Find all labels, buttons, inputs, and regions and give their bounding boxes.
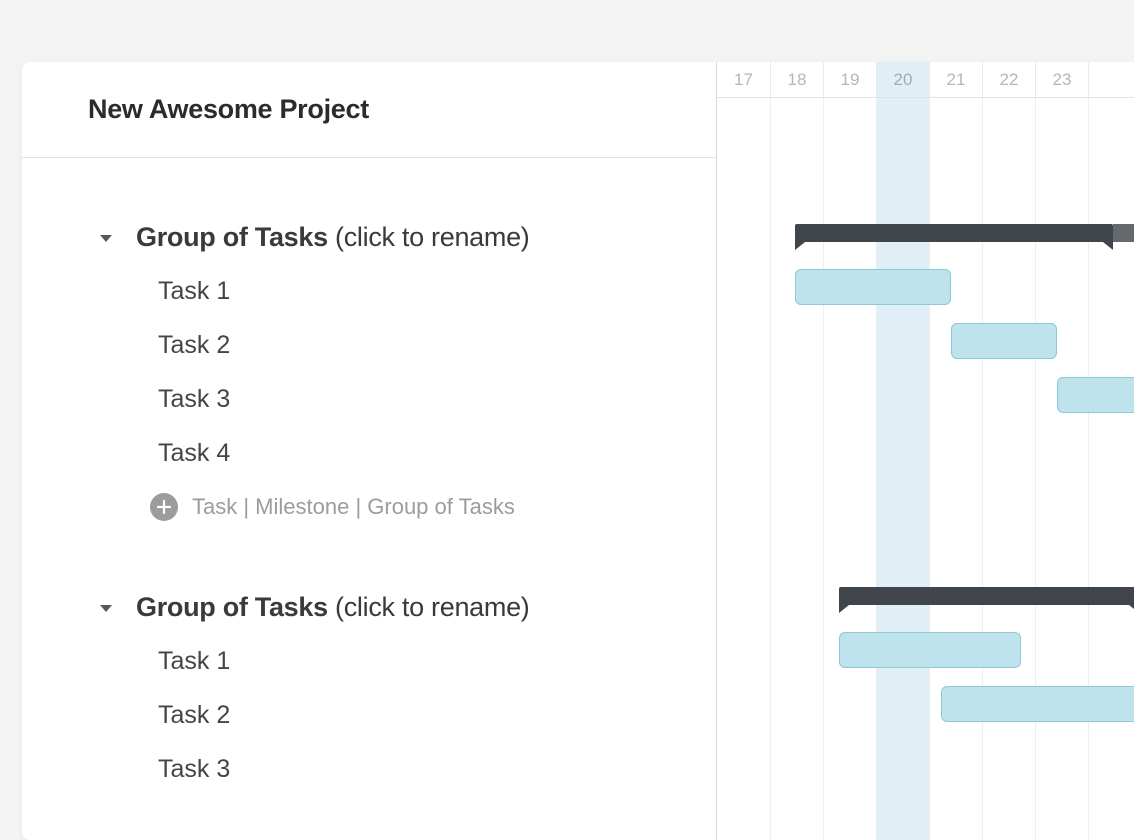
task-row[interactable]: Task 3 xyxy=(22,372,716,426)
group-rename-hint: (click to rename) xyxy=(328,592,530,622)
gridline xyxy=(929,98,930,840)
task-bar[interactable] xyxy=(951,323,1057,359)
group-name: Group of Tasks xyxy=(136,592,328,622)
date-cell[interactable]: 22 xyxy=(982,62,1035,97)
task-row[interactable]: Task 3 xyxy=(22,742,716,796)
gantt-card: New Awesome Project Group of Tasks (clic… xyxy=(22,62,1134,840)
task-row[interactable]: Task 4 xyxy=(22,426,716,480)
task-name: Task 1 xyxy=(158,647,230,676)
group-bar-cap xyxy=(1113,224,1134,242)
project-title[interactable]: New Awesome Project xyxy=(88,94,369,125)
group-summary-bar[interactable] xyxy=(795,224,1113,242)
group-header[interactable]: Group of Tasks (click to rename) xyxy=(22,580,716,634)
group-label[interactable]: Group of Tasks (click to rename) xyxy=(136,222,529,253)
task-row[interactable]: Task 2 xyxy=(22,688,716,742)
project-header: New Awesome Project xyxy=(22,62,716,158)
date-cell-today[interactable]: 20 xyxy=(876,62,929,97)
add-item-hint: Task | Milestone | Group of Tasks xyxy=(192,494,515,520)
date-cell[interactable]: 21 xyxy=(929,62,982,97)
task-bar[interactable] xyxy=(941,686,1134,722)
task-name: Task 3 xyxy=(158,755,230,784)
date-cell[interactable]: 18 xyxy=(770,62,823,97)
task-name: Task 4 xyxy=(158,439,230,468)
add-item-row[interactable]: Task | Milestone | Group of Tasks xyxy=(22,480,716,534)
chevron-down-icon[interactable] xyxy=(100,605,112,612)
gridline xyxy=(823,98,824,840)
task-row[interactable]: Task 2 xyxy=(22,318,716,372)
chevron-down-icon[interactable] xyxy=(100,235,112,242)
group-label[interactable]: Group of Tasks (click to rename) xyxy=(136,592,529,623)
date-cell[interactable] xyxy=(1088,62,1134,97)
group-gap xyxy=(22,534,716,580)
gridline xyxy=(770,98,771,840)
date-cell[interactable]: 17 xyxy=(717,62,770,97)
plus-icon[interactable] xyxy=(150,493,178,521)
task-bar[interactable] xyxy=(839,632,1021,668)
task-row[interactable]: Task 1 xyxy=(22,634,716,688)
group-header[interactable]: Group of Tasks (click to rename) xyxy=(22,210,716,264)
group-summary-bar[interactable] xyxy=(839,587,1134,605)
gridline xyxy=(876,98,877,840)
task-bar[interactable] xyxy=(1057,377,1134,413)
task-list-panel: New Awesome Project Group of Tasks (clic… xyxy=(22,62,717,840)
task-name: Task 1 xyxy=(158,277,230,306)
timeline-panel: 17 18 19 20 21 22 23 xyxy=(717,62,1134,840)
task-row[interactable]: Task 1 xyxy=(22,264,716,318)
date-header: 17 18 19 20 21 22 23 xyxy=(717,62,1134,98)
gridline xyxy=(982,98,983,840)
gridline xyxy=(1088,98,1089,840)
date-cell[interactable]: 23 xyxy=(1035,62,1088,97)
group-name: Group of Tasks xyxy=(136,222,328,252)
task-area: Group of Tasks (click to rename) Task 1 … xyxy=(22,158,716,796)
task-name: Task 2 xyxy=(158,701,230,730)
task-bar[interactable] xyxy=(795,269,951,305)
task-name: Task 3 xyxy=(158,385,230,414)
date-cell[interactable]: 19 xyxy=(823,62,876,97)
task-name: Task 2 xyxy=(158,331,230,360)
group-rename-hint: (click to rename) xyxy=(328,222,530,252)
gridline xyxy=(1035,98,1036,840)
timeline-body[interactable] xyxy=(717,98,1134,840)
